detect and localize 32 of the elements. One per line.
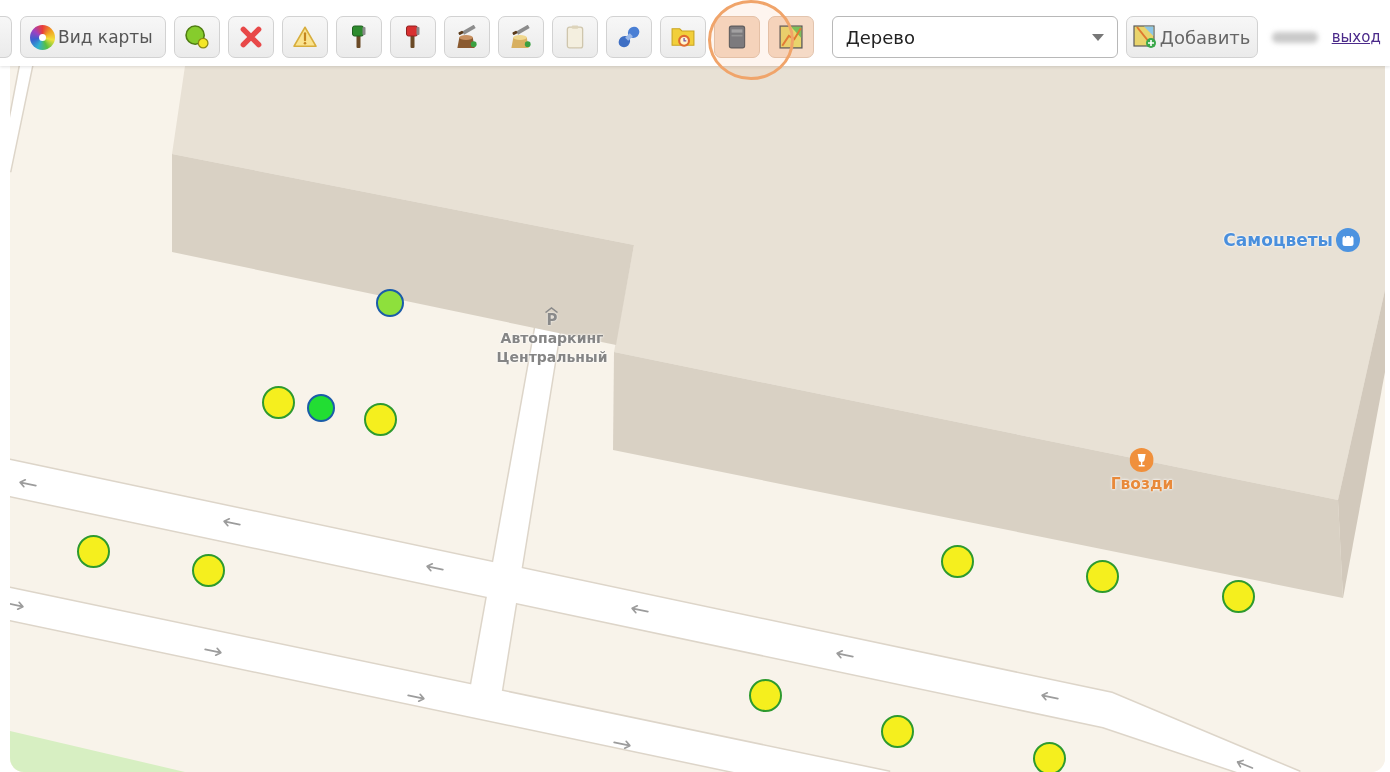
color-wheel-icon [30,24,55,50]
toolbar-button[interactable] [767,16,814,58]
toolbar-button[interactable] [389,16,436,58]
toolbar-button[interactable] [497,16,544,58]
stump-saw-icon [454,25,479,49]
object-type-select[interactable]: Дерево [831,16,1118,58]
map-view-button[interactable]: Вид карты [20,16,166,58]
roof-chevron-icon [545,307,559,313]
toolbar-button[interactable] [227,16,274,58]
toolbar-button[interactable] [605,16,652,58]
parking-symbol: P [546,313,558,328]
toolbar-button[interactable] [173,16,220,58]
folder-clock-icon [670,25,695,49]
link-icon [616,25,641,49]
place-label: Гвозди [1110,475,1174,493]
map-icon [778,25,803,49]
map-plus-icon [1132,25,1157,49]
place-label: Самоцветы [1223,230,1333,250]
caret-icon [1091,33,1104,41]
toolbar-button[interactable] [443,16,490,58]
stump-saw-icon [508,25,533,49]
toolbar-button[interactable] [335,16,382,58]
logout-link[interactable]: выход [1331,28,1381,46]
add-button[interactable]: Добавить [1125,16,1258,58]
warning-icon [292,25,317,49]
store-badge-icon [1130,448,1154,472]
cross-icon [238,25,263,49]
circles-icon [184,25,209,49]
place-label: Автопаркинг Центральный [496,329,608,367]
toolbar-button[interactable] [713,16,760,58]
shopping-bag-icon [1336,228,1360,252]
blurred-text-smudge [1271,31,1318,43]
